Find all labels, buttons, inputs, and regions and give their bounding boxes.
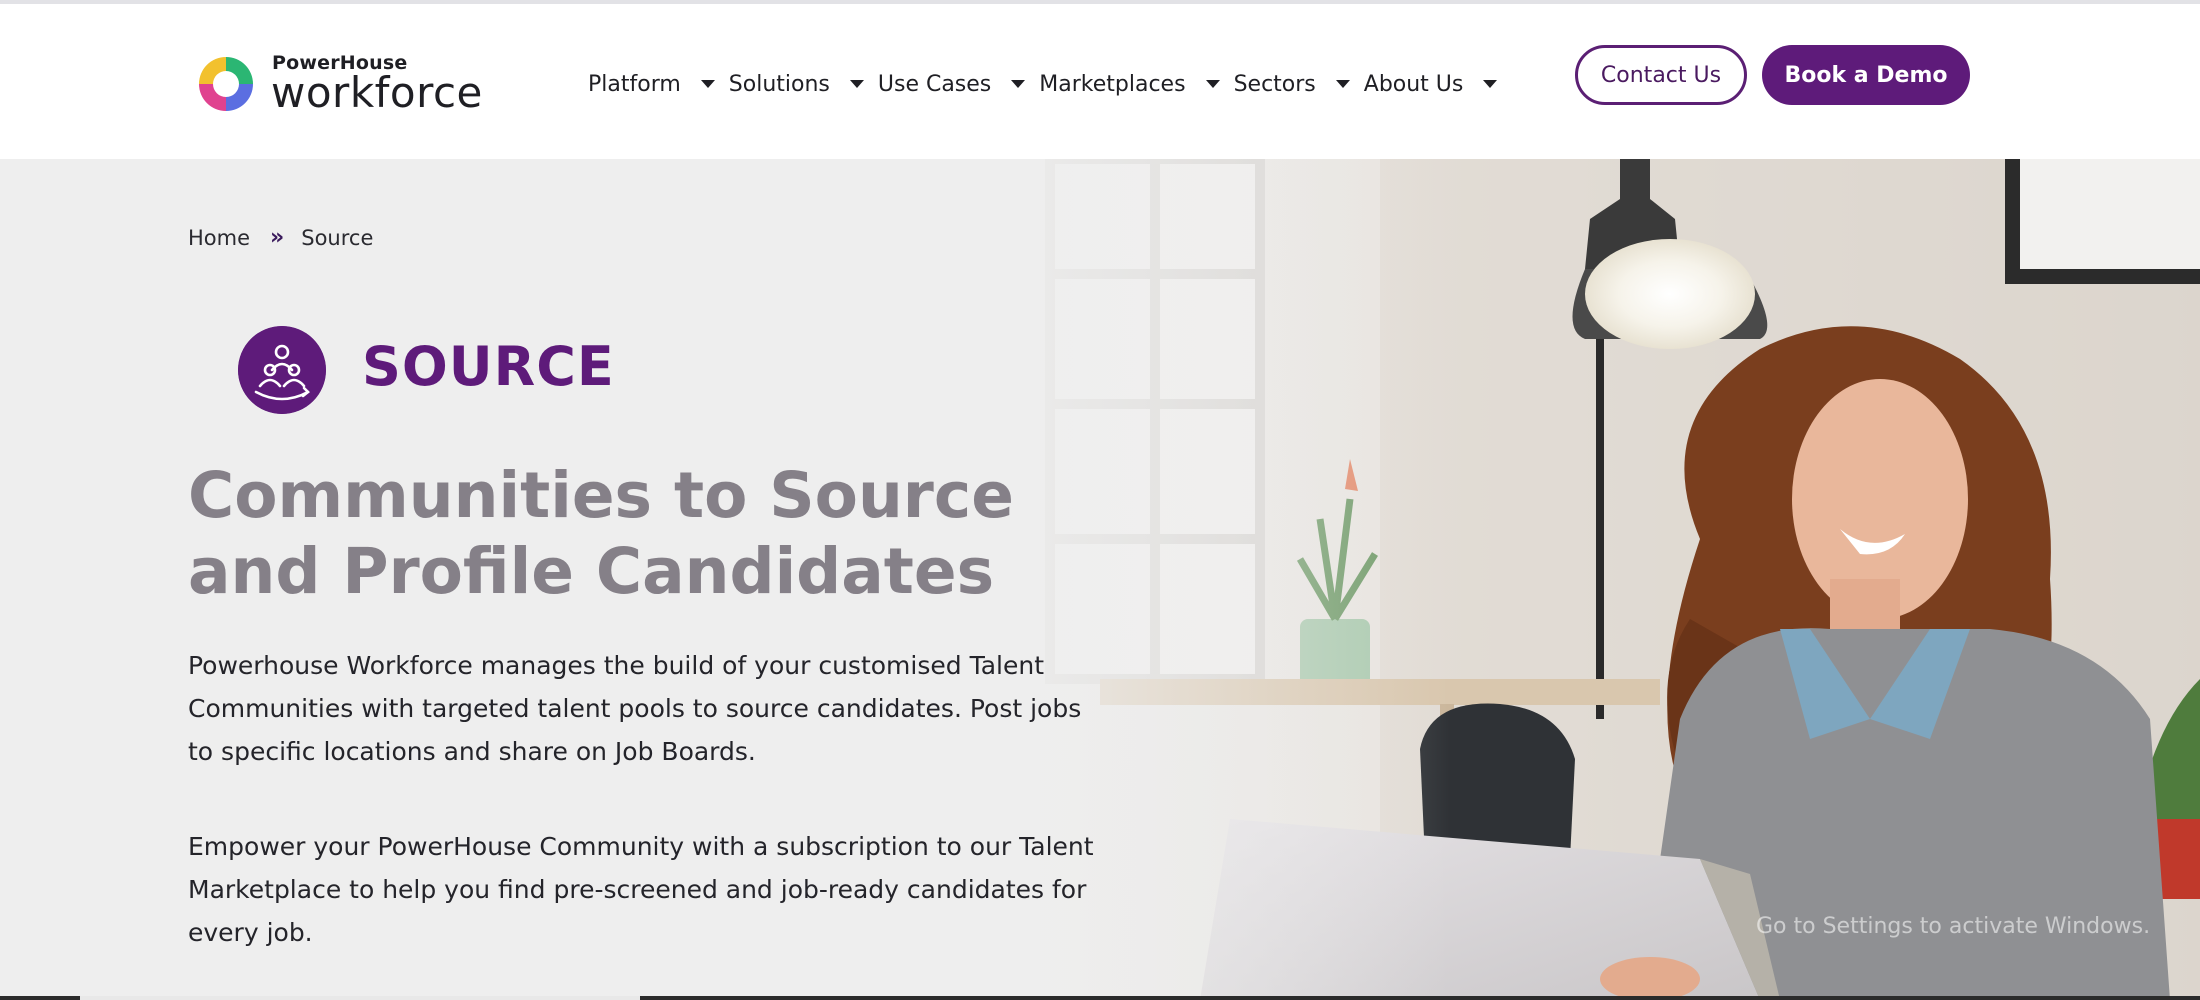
nav-label: Platform: [588, 71, 681, 97]
nav-item-about-us[interactable]: About Us: [1364, 72, 1498, 97]
nav-label: About Us: [1363, 71, 1464, 97]
caret-down-icon: [1335, 80, 1350, 88]
hero-section: Home » Source SOURCE Communities to Sour…: [0, 159, 2200, 1000]
bottom-edge-highlight: [80, 996, 640, 1000]
book-demo-button[interactable]: Book a Demo: [1762, 45, 1970, 105]
windows-activation-watermark: Go to Settings to activate Windows.: [1756, 914, 2151, 939]
nav-label: Marketplaces: [1039, 71, 1186, 97]
nav-label: Sectors: [1233, 71, 1316, 97]
caret-down-icon: [1483, 80, 1498, 88]
double-chevron-right-icon: »: [270, 225, 284, 250]
nav-item-solutions[interactable]: Solutions: [729, 72, 864, 97]
caret-down-icon: [1011, 80, 1026, 88]
logo-mark-icon: [199, 57, 253, 111]
hero-paragraph-1: Powerhouse Workforce manages the build o…: [188, 651, 1082, 766]
section-label-source: SOURCE: [362, 335, 615, 398]
caret-down-icon: [700, 80, 715, 88]
breadcrumb-home-link[interactable]: Home: [188, 226, 250, 250]
main-nav: Platform Solutions Use Cases Marketplace…: [588, 64, 1511, 104]
nav-label: Use Cases: [877, 71, 992, 97]
nav-item-platform[interactable]: Platform: [588, 72, 715, 97]
nav-item-use-cases[interactable]: Use Cases: [877, 71, 1026, 97]
hero-heading: Communities to Source and Profile Candid…: [188, 459, 1014, 608]
hero-paragraph-2: Empower your PowerHouse Community with a…: [188, 832, 1094, 947]
nav-item-sectors[interactable]: Sectors: [1234, 72, 1350, 97]
caret-down-icon: [849, 80, 864, 88]
community-people-icon: [238, 326, 326, 414]
contact-us-button[interactable]: Contact Us: [1575, 45, 1747, 105]
caret-down-icon: [1205, 80, 1220, 88]
powerhouse-logo[interactable]: PowerHouse workforce: [193, 48, 503, 122]
site-header: PowerHouse workforce Platform Solutions …: [0, 4, 2200, 159]
breadcrumb: Home » Source: [188, 225, 373, 250]
logo-big-text: workforce: [271, 68, 483, 117]
nav-item-marketplaces[interactable]: Marketplaces: [1039, 71, 1220, 97]
breadcrumb-current: Source: [301, 225, 374, 250]
nav-label: Solutions: [728, 71, 830, 97]
